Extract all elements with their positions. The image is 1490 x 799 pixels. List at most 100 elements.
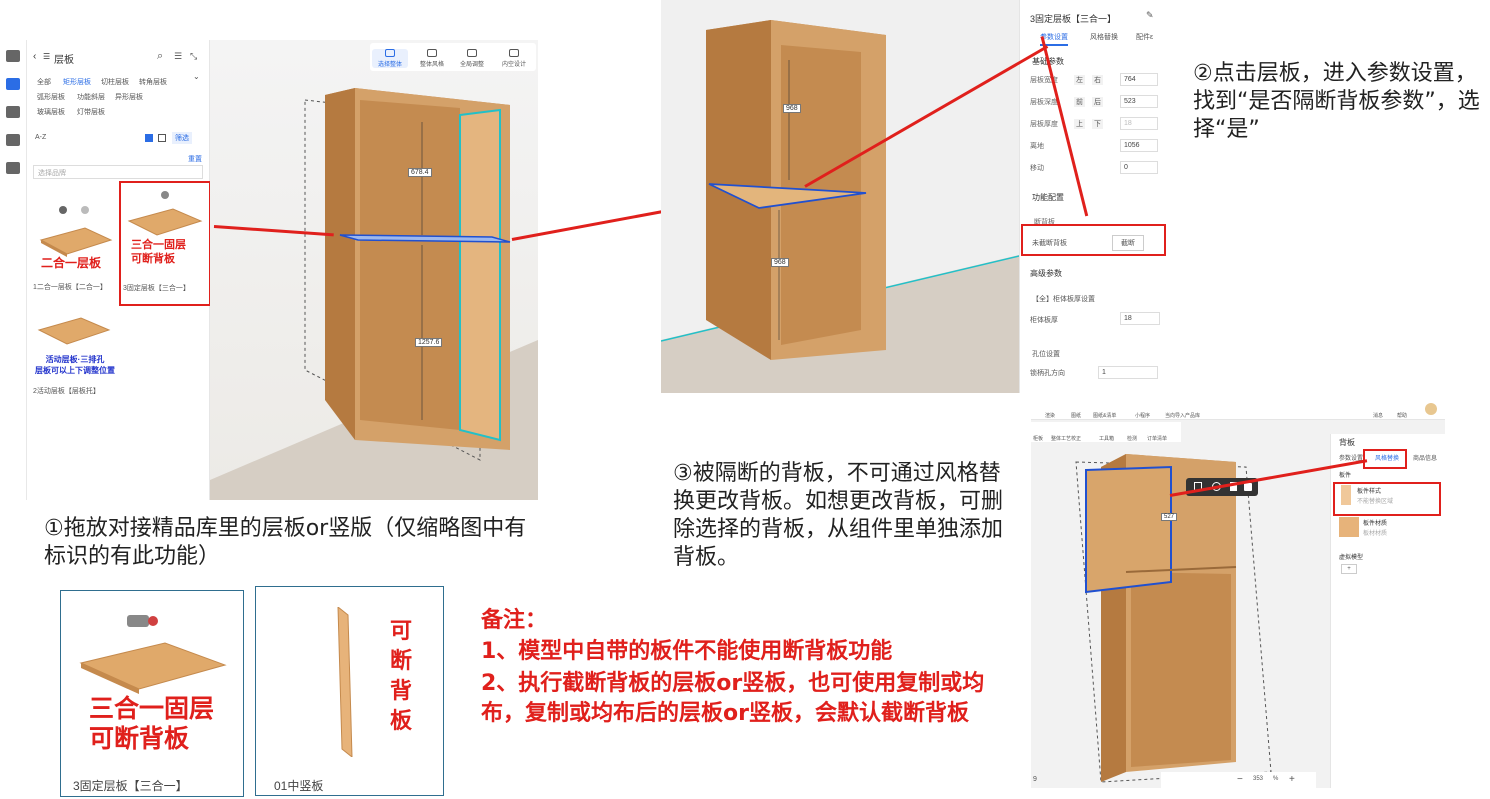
opt-front[interactable]: 前 [1074,97,1085,107]
opt-top[interactable]: 上 [1074,119,1085,129]
back-icon[interactable]: ‹ [33,51,36,62]
opt-right[interactable]: 右 [1092,75,1103,85]
drawing-list-button[interactable]: 图纸&清单 [1093,412,1116,419]
depth-input[interactable]: 523 [1120,95,1158,108]
search-icon[interactable]: ⌕ [157,50,163,63]
section-virtual: 虚拟模型 [1339,555,1364,561]
cabinet-icon[interactable] [6,78,20,90]
3d-viewport[interactable]: 选择整体 整体风格 全局调整 内空设计 678.4 1257.6 [210,40,538,500]
section-advanced: 高级参数 [1030,269,1062,278]
move-input[interactable]: 0 [1120,161,1158,174]
param-row: 层板深度 [1030,99,1058,106]
tb2-item[interactable]: 柜板 [1033,435,1043,442]
add-button[interactable]: + [1341,564,1357,574]
tab-product[interactable]: 商品信息 [1413,453,1437,462]
sort-label[interactable]: A-Z [35,134,46,141]
height-input[interactable]: 1056 [1120,139,1158,152]
prop-title: 背板 [1339,438,1355,447]
thickness-input[interactable]: 18 [1120,117,1158,130]
tab-accessory[interactable]: 配件ε [1136,32,1153,42]
category-slope[interactable]: 功能斜层 [77,92,105,102]
hole-select[interactable]: 1 [1098,366,1158,379]
zoom-out-icon[interactable]: − [1237,774,1243,785]
help-button[interactable]: 帮助 [1397,412,1407,419]
property-panel: 3固定层板【三合一】 ✎ 参数设置 风格替换 配件ε 基础参数 层板宽度 左 右… [1019,0,1166,393]
section-board: 板件 [1339,473,1352,479]
highlight-box [1021,224,1166,256]
product-card[interactable]: 三合一固层 可断背板 3固定层板【三合一】 [60,590,244,797]
opt-bottom[interactable]: 下 [1092,119,1103,129]
item-overlay: 三合一固层 可断背板 [131,239,186,265]
zoom-in-icon[interactable]: + [1289,774,1295,785]
reset-link[interactable]: 重置 [188,154,202,164]
cabinet-model [661,20,1019,393]
brand-select[interactable]: 选择品牌 [33,165,203,179]
zoom-bar: 353 % + − [1161,772,1316,788]
product-card[interactable]: 可断背板 01中竖板 [255,586,444,796]
material-option[interactable]: 板件材质 板材材质 [1337,514,1433,542]
tb2-item[interactable]: 整体工艺校正 [1051,435,1081,442]
secondary-toolbar: 柜板 整体工艺校正 工具箱 检测 订单清单 [1031,422,1181,442]
note-item: 2、执行截断背板的层板or竖板，也可使用复制或均布，复制或均布后的层板or竖板，… [481,671,985,726]
drawing-button[interactable]: 图纸 [1071,412,1081,419]
category-all[interactable]: 全部 [37,77,51,87]
card-overlay: 可断背板 [390,619,413,734]
category-corner[interactable]: 转角层板 [139,77,167,87]
category-irregular[interactable]: 异形层板 [115,92,143,102]
render-button[interactable]: 渲染 [1045,412,1055,419]
collapse-icon[interactable]: ⤡ [190,51,197,62]
material-sub: 板材材质 [1363,531,1388,537]
thick-title: 【全】柜体板厚设置 [1032,296,1095,303]
left-toolbar [0,40,27,500]
tb2-item[interactable]: 工具箱 [1099,435,1114,442]
miniapp-button[interactable]: 小程序 [1135,412,1150,419]
thick-label: 柜体板厚 [1030,317,1058,324]
list-view-icon[interactable] [158,134,166,142]
import-button[interactable]: 当向导入产品库 [1165,412,1200,419]
menu-icon[interactable]: ☰ [174,51,182,62]
panel-title: 层板 [54,55,74,66]
step3-text: ③被隔断的背板，不可通过风格替换更改背板。如想更改背板，可删除选择的背板，从组件… [673,461,1004,570]
item-caption: 1二合一层板【二合一】 [33,284,107,291]
hardware-icon[interactable] [6,106,20,118]
step1-text: ①拖放对接精品库里的层板or竖版（仅缩略图中有标识的有此功能） [44,516,527,569]
user-icon[interactable] [6,134,20,146]
category-rect[interactable]: 矩形层板 [63,77,91,87]
item-caption: 3固定层板【三合一】 [123,285,190,292]
zoom-value[interactable]: 353 [1253,776,1263,782]
category-cut[interactable]: 切柱层板 [101,77,129,87]
edit-icon[interactable]: ✎ [1146,10,1154,21]
item-overlay: 二合一层板 [41,256,102,270]
avatar[interactable] [1425,403,1437,415]
grid-view-icon[interactable] [145,134,153,142]
product-item[interactable]: 活动层板·三排孔 层板可以上下调整位置 2活动层板【层板托】 [33,308,133,408]
opt-back[interactable]: 后 [1092,97,1103,107]
category-light[interactable]: 灯带层板 [77,107,105,117]
tb2-item[interactable]: 订单清单 [1147,435,1167,442]
tb2-item[interactable]: 检测 [1127,435,1137,442]
material-title: 板件材质 [1363,521,1388,527]
width-input[interactable]: 764 [1120,73,1158,86]
vertical-board-thumbnail [337,607,353,757]
tab-style[interactable]: 风格替换 [1090,32,1118,42]
filter-button[interactable]: 筛选 [172,132,192,144]
product-item-selected[interactable]: 三合一固层 可断背板 3固定层板【三合一】 [119,181,211,306]
top-toolbar: 渲染 图纸 图纸&清单 小程序 当向导入产品库 消息 帮助 [1031,398,1445,420]
material-thumbnail [1339,517,1359,537]
lock-icon[interactable] [1244,483,1252,491]
thick-select[interactable]: 18 [1120,312,1160,325]
library-panel: ‹ ☰ 层板 ⌕ ☰ ⤡ 全部 矩形层板 切柱层板 转角层板 弧形层板 功能斜层… [27,40,211,500]
product-item[interactable]: 二合一层板 1二合一层板【二合一】 [33,192,115,292]
item-overlay: 活动层板·三排孔 层板可以上下调整位置 [35,355,115,375]
opt-left[interactable]: 左 [1074,75,1085,85]
shelf-thumbnail [37,317,111,345]
card-caption: 3固定层板【三合一】 [73,779,188,793]
chevron-down-icon[interactable]: ⌄ [193,72,200,81]
component-icon[interactable] [6,162,20,174]
category-arc[interactable]: 弧形层板 [37,92,65,102]
message-button[interactable]: 消息 [1373,412,1383,419]
card-caption: 01中竖板 [274,779,324,793]
home-icon[interactable] [6,50,20,62]
cabinet-model [210,88,538,500]
category-glass[interactable]: 玻璃层板 [37,107,65,117]
